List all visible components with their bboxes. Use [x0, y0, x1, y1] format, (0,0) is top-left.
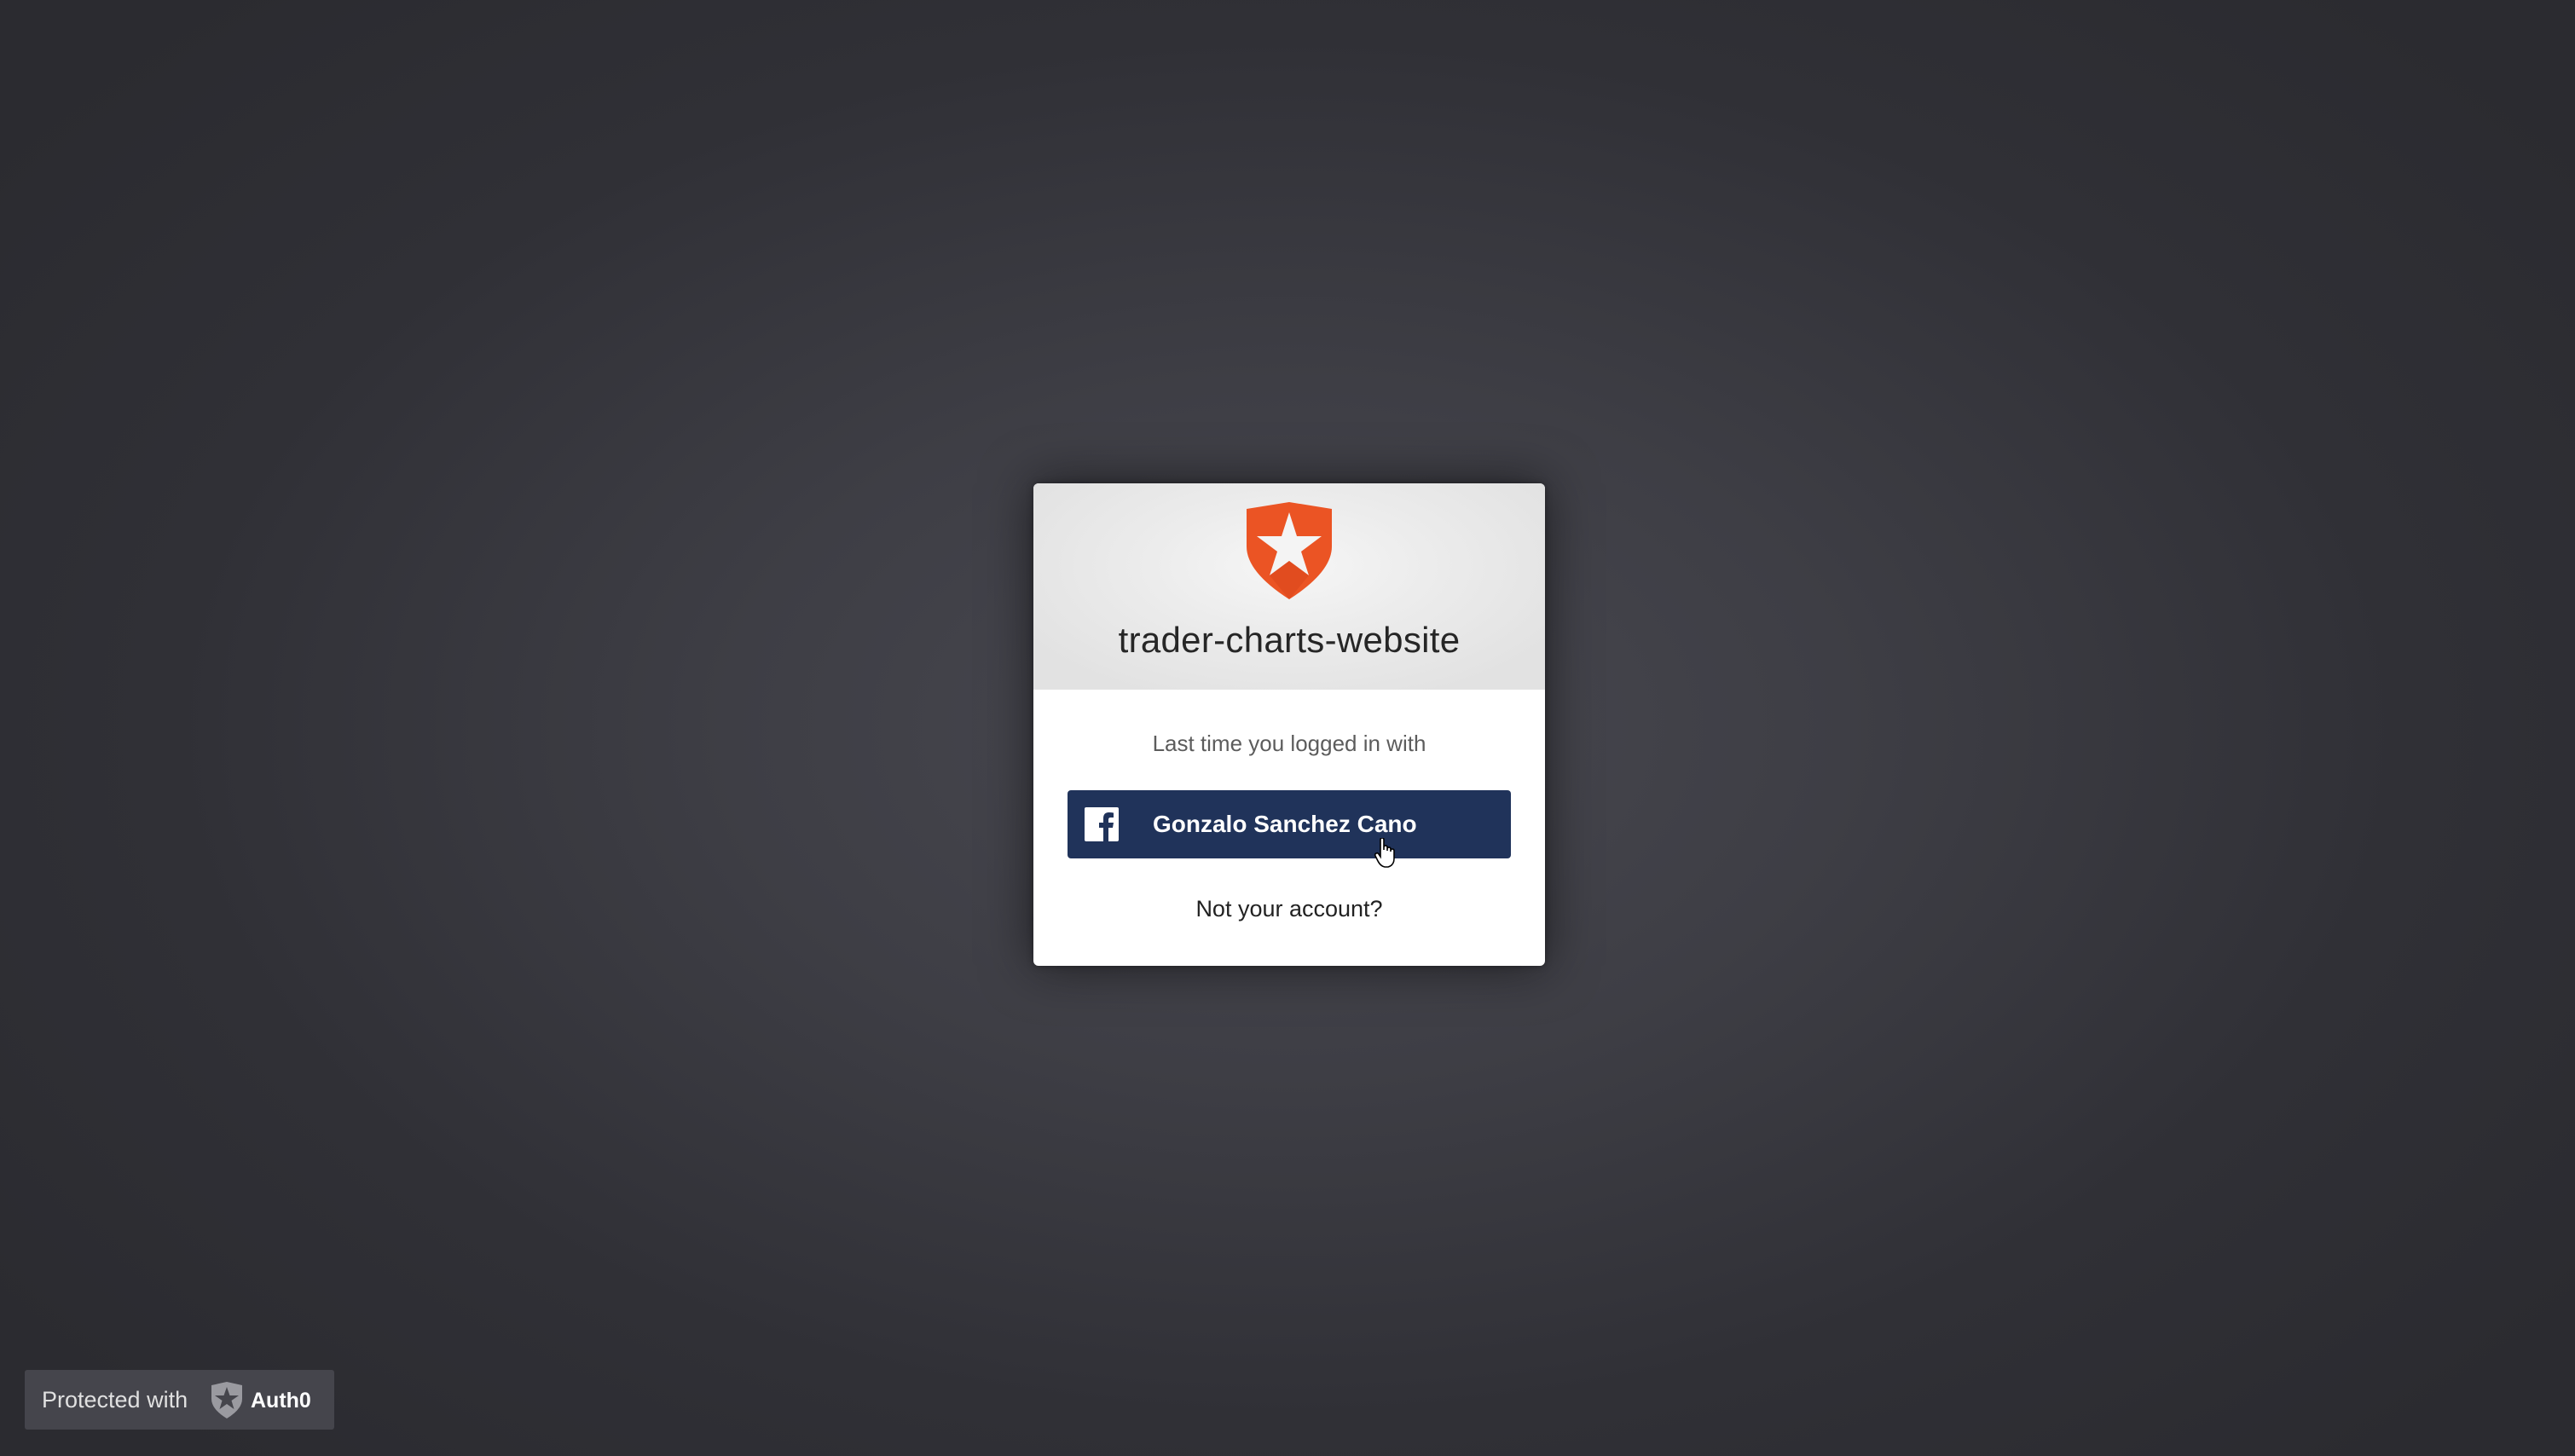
protected-with-auth0-badge[interactable]: Protected with Auth0	[25, 1370, 334, 1430]
facebook-login-button[interactable]: Gonzalo Sanchez Cano	[1068, 790, 1511, 868]
not-your-account-link[interactable]: Not your account?	[1033, 896, 1545, 922]
facebook-icon	[1085, 807, 1119, 841]
auth0-brand-name: Auth0	[251, 1389, 311, 1413]
app-title: trader-charts-website	[1118, 620, 1461, 660]
protected-with-label: Protected with	[42, 1387, 188, 1413]
login-header: trader-charts-website	[1033, 483, 1545, 690]
auth0-shield-star-icon	[1247, 502, 1332, 599]
hand-cursor-icon	[1374, 838, 1395, 868]
login-card: trader-charts-website Last time you logg…	[1033, 483, 1545, 966]
auth0-logo-icon	[211, 1382, 242, 1418]
last-login-label: Last time you logged in with	[1152, 731, 1426, 756]
